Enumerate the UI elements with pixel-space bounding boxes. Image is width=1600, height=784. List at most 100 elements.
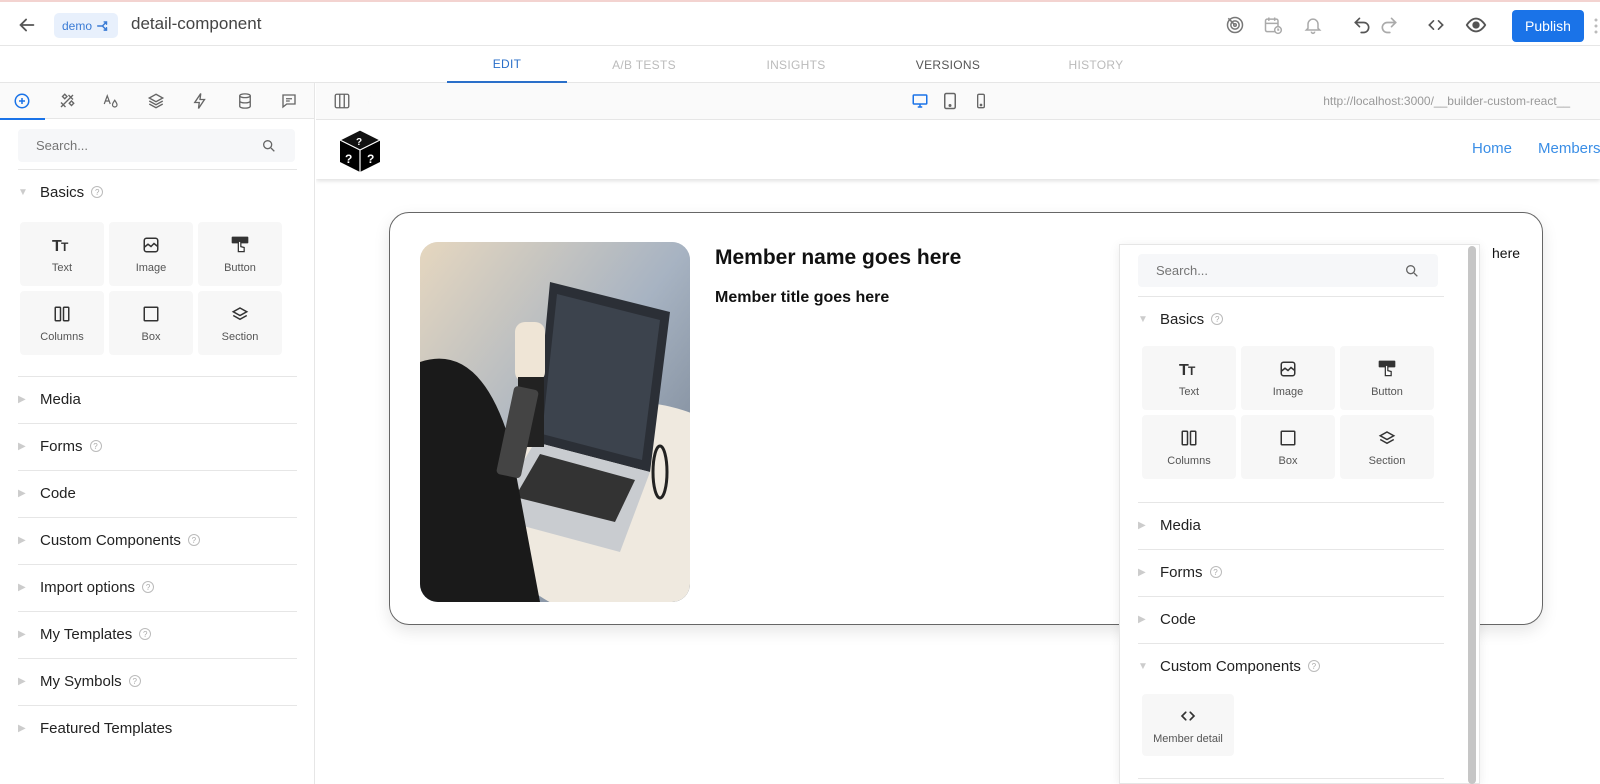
search-icon [261,138,277,154]
mobile-view-icon[interactable] [971,91,991,111]
block-text[interactable]: TT Text [1142,346,1236,410]
space-badge[interactable]: demo [54,13,119,38]
help-icon[interactable]: ? [139,628,152,640]
button-icon [1376,358,1398,380]
caret-right-icon: ▶ [18,393,26,405]
popover-section-basics[interactable]: ▼ Basics ? [1138,296,1444,342]
member-photo[interactable] [420,242,690,602]
editor-tabs: EDIT A/B TESTS INSIGHTS VERSIONS HISTORY [0,46,1600,83]
popover-section-forms[interactable]: ▶ Forms ? [1138,549,1444,595]
popover-section-media[interactable]: ▶ Media [1138,502,1444,548]
help-icon[interactable]: ? [1307,660,1320,672]
mystery-cube-logo-icon[interactable]: ? ? ? [336,127,384,175]
typography-icon[interactable] [89,83,134,119]
branch-icon [97,20,108,31]
preview-url[interactable]: http://localhost:3000/__builder-custom-r… [1323,94,1570,108]
blocks-search[interactable] [18,129,295,162]
help-icon[interactable]: ? [1209,566,1222,578]
back-arrow-icon[interactable] [16,14,38,36]
publish-button[interactable]: Publish [1512,10,1584,42]
block-member-detail[interactable]: Member detail [1142,694,1234,756]
caret-right-icon: ▶ [18,581,26,593]
block-box[interactable]: Box [1241,415,1335,479]
style-tools-icon[interactable] [45,83,90,119]
block-columns[interactable]: Columns [1142,415,1236,479]
help-icon[interactable]: ? [89,440,102,452]
section-featured-templates[interactable]: ▶ Featured Templates [18,705,297,751]
document-title[interactable]: detail-component [131,14,261,34]
section-media[interactable]: ▶ Media [18,376,297,422]
dark-mode-moon-icon[interactable] [362,91,382,111]
data-icon[interactable] [223,83,268,119]
svg-text:?: ? [367,152,374,166]
section-icon [1376,427,1398,449]
block-text[interactable]: TT Text [20,222,104,286]
nav-home-link[interactable]: Home [1472,140,1512,157]
layers-icon[interactable] [134,83,179,119]
columns-icon [51,303,73,325]
popover-search[interactable] [1138,254,1438,287]
caret-right-icon: ▶ [18,487,26,499]
more-options-icon[interactable] [1594,16,1598,36]
help-icon[interactable]: ? [187,534,200,546]
section-code[interactable]: ▶ Code [18,470,297,516]
box-icon [140,303,162,325]
help-icon[interactable]: ? [128,675,141,687]
button-icon [229,234,251,256]
blocks-search-input[interactable] [36,138,261,153]
columns-view-icon[interactable] [332,91,352,111]
nav-members-link[interactable]: Members [1538,140,1600,157]
block-button[interactable]: Button [198,222,282,286]
comments-icon[interactable] [267,83,312,119]
section-my-templates[interactable]: ▶ My Templates ? [18,611,297,657]
caret-right-icon: ▶ [18,628,26,640]
tab-edit[interactable]: EDIT [447,46,567,83]
tablet-view-icon[interactable] [940,91,960,111]
schedule-icon[interactable] [1262,14,1284,36]
block-image[interactable]: Image [109,222,193,286]
section-icon [229,303,251,325]
section-basics-label: Basics [40,183,85,201]
caret-right-icon: ▶ [1138,613,1146,625]
add-icon[interactable] [0,83,45,120]
section-custom-components[interactable]: ▶ Custom Components ? [18,517,297,563]
search-icon [1404,263,1420,279]
desktop-view-icon[interactable] [910,91,930,111]
popover-basics-blocks: TT Text Image Button Columns Box Section [1142,346,1434,479]
help-icon[interactable]: ? [91,186,104,198]
svg-text:?: ? [345,152,352,166]
code-icon[interactable] [1425,14,1447,36]
preview-eye-icon[interactable] [1465,14,1487,36]
text-icon: TT [51,234,73,256]
help-icon[interactable]: ? [1211,313,1224,325]
block-button[interactable]: Button [1340,346,1434,410]
block-image[interactable]: Image [1241,346,1335,410]
block-columns[interactable]: Columns [20,291,104,355]
notification-bell-icon[interactable] [1302,14,1324,36]
section-basics[interactable]: ▼ Basics ? [18,169,297,215]
popover-search-input[interactable] [1156,263,1404,278]
tab-history[interactable]: HISTORY [1036,46,1156,83]
undo-icon[interactable] [1351,14,1373,36]
block-section[interactable]: Section [198,291,282,355]
popover-section-code[interactable]: ▶ Code [1138,596,1444,642]
member-title[interactable]: Member title goes here [715,289,889,307]
caret-down-icon: ▼ [18,186,28,198]
member-name[interactable]: Member name goes here [715,246,961,270]
section-import-options[interactable]: ▶ Import options ? [18,564,297,610]
tab-ab-tests[interactable]: A/B TESTS [584,46,704,83]
section-my-symbols[interactable]: ▶ My Symbols ? [18,658,297,704]
interactions-icon[interactable] [178,83,223,119]
tab-versions[interactable]: VERSIONS [888,46,1008,83]
tab-insights[interactable]: INSIGHTS [736,46,856,83]
redo-icon[interactable] [1378,14,1400,36]
block-box[interactable]: Box [109,291,193,355]
section-forms[interactable]: ▶ Forms ? [18,423,297,469]
caret-right-icon: ▶ [18,534,26,546]
block-section[interactable]: Section [1340,415,1434,479]
help-icon[interactable]: ? [142,581,155,593]
popover-scrollbar[interactable] [1468,246,1476,784]
targeting-icon[interactable] [1224,14,1246,36]
popover-section-custom-components[interactable]: ▼ Custom Components ? [1138,643,1444,689]
code-icon [1177,705,1199,727]
